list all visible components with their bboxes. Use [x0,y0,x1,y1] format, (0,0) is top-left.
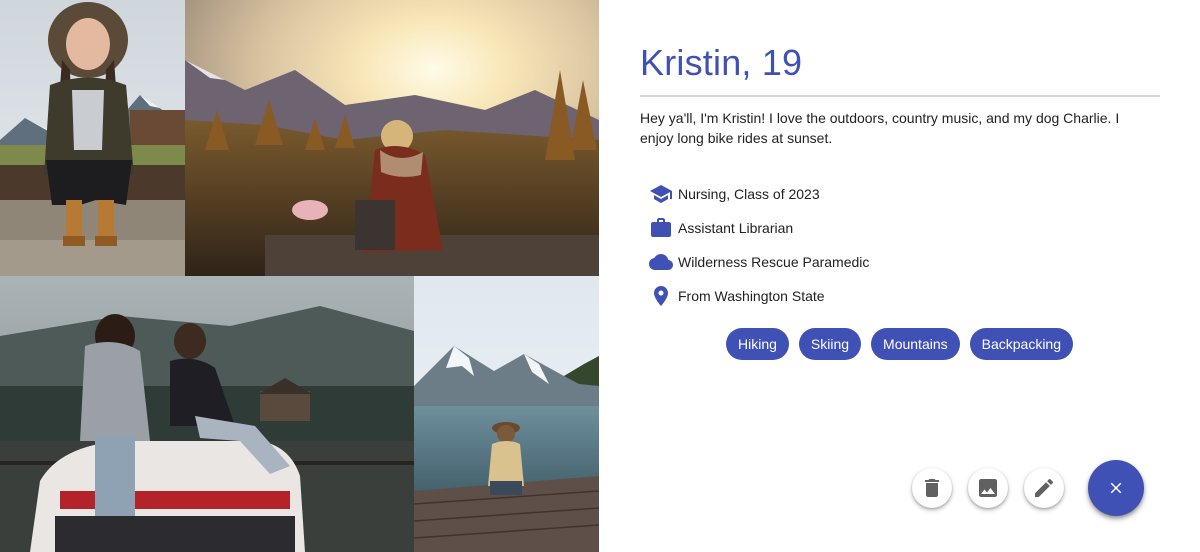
detail-text: Assistant Librarian [678,220,794,236]
add-photo-button[interactable] [968,468,1008,508]
profile-name: Kristin, 19 [640,42,803,83]
detail-hometown: From Washington State [649,279,869,313]
photo-lake-dock [414,276,599,552]
cloud-icon [649,250,673,274]
edit-button[interactable] [1024,468,1064,508]
name-divider [640,95,1160,97]
detail-text: From Washington State [678,288,825,304]
detail-education: Nursing, Class of 2023 [649,177,869,211]
interest-chips: Hiking Skiing Mountains Backpacking [599,328,1200,360]
detail-text: Wilderness Rescue Paramedic [678,254,870,270]
detail-job: Assistant Librarian [649,211,869,245]
profile-photo-1[interactable] [0,0,185,276]
photo-woman-fur-hood [0,0,185,276]
close-icon [1110,482,1122,494]
photo-collage [0,0,599,552]
detail-career: Wilderness Rescue Paramedic [649,245,869,279]
delete-button[interactable] [912,468,952,508]
profile-panel: Kristin, 19 Hey ya'll, I'm Kristin! I lo… [599,0,1200,552]
profile-details: Nursing, Class of 2023 Assistant Librari… [649,177,869,313]
close-button[interactable] [1088,460,1144,516]
profile-photo-2[interactable] [185,0,599,276]
school-icon [649,182,673,206]
profile-photo-4[interactable] [414,276,599,552]
chip-skiing[interactable]: Skiing [798,328,862,360]
image-icon [979,479,997,497]
detail-text: Nursing, Class of 2023 [678,186,820,202]
pencil-icon [1035,478,1054,497]
chip-hiking[interactable]: Hiking [725,328,789,360]
briefcase-icon [649,216,673,240]
chip-backpacking[interactable]: Backpacking [969,328,1074,360]
profile-photo-3[interactable] [0,276,414,552]
chip-mountains[interactable]: Mountains [871,328,960,360]
photo-sunset-mountains [185,0,599,276]
photo-friends-on-car [0,276,414,552]
profile-bio: Hey ya'll, I'm Kristin! I love the outdo… [640,110,1120,146]
location-pin-icon [649,284,673,308]
trash-icon [925,479,939,497]
